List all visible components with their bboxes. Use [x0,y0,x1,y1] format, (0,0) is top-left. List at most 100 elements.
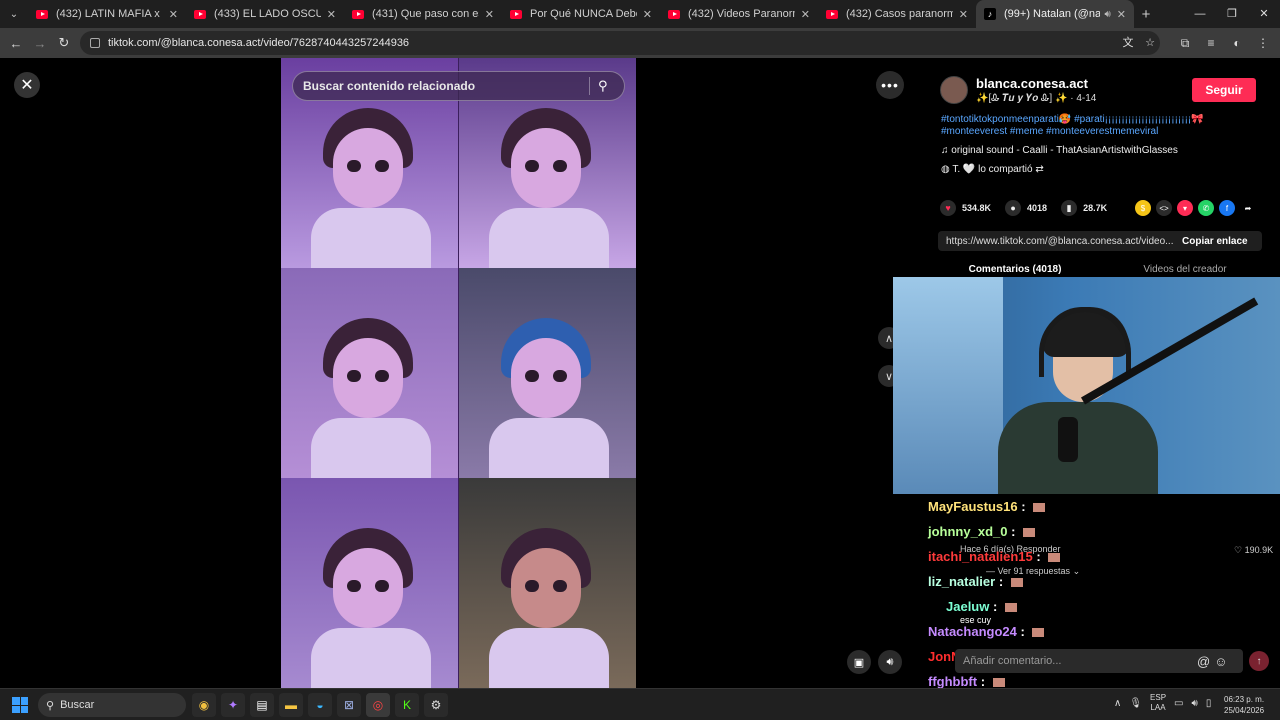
music-note-icon: ♫ [941,145,952,156]
webcam-overlay [893,277,1280,494]
close-tab-icon[interactable]: ✕ [959,8,968,21]
new-tab-button[interactable]: + [1134,6,1158,23]
post-comment-button[interactable]: ↑ [1249,651,1269,671]
whatsapp-icon[interactable]: ✆ [1198,200,1214,216]
share-arrow-icon[interactable]: ➦ [1240,200,1256,216]
youtube-icon [668,9,680,19]
close-tab-icon[interactable]: ✕ [643,8,652,21]
avatar[interactable] [940,76,968,104]
close-tab-icon[interactable]: ✕ [169,8,178,21]
video-caption[interactable]: #tontotiktokponmeenparati🥵 #parati¡¡¡¡¡¡… [941,114,1241,138]
taskbar-search[interactable]: ⚲ Buscar [38,693,186,717]
network-icon[interactable]: ▭ [1174,698,1183,709]
embed-icon[interactable]: <> [1156,200,1172,216]
restore-icon[interactable]: ❐ [1216,0,1248,28]
volume-button[interactable]: 🔊︎ [878,650,902,674]
tab-creator-videos[interactable]: Videos del creador [1100,264,1270,275]
browser-tab[interactable]: (431) Que paso con estos CAS ✕ [344,0,502,28]
windows-start-icon[interactable] [12,697,28,713]
store-icon[interactable]: ▤ [250,693,274,717]
forward-icon[interactable]: → [28,36,52,51]
related-search-input[interactable] [303,79,583,93]
emoji-icon[interactable]: ☺ [1214,654,1227,669]
tray-overflow-icon[interactable]: ∧ [1114,698,1121,709]
coin-icon[interactable]: $ [1135,200,1151,216]
close-window-icon[interactable]: ✕ [1248,0,1280,28]
chrome-icon[interactable]: ◎ [366,693,390,717]
app-icon[interactable]: ⚙ [424,693,448,717]
close-video-button[interactable]: ✕ [14,72,40,98]
battery-icon[interactable]: ▯ [1206,698,1212,709]
volume-icon[interactable]: 🔊︎ [1192,698,1198,709]
youtube-icon [352,9,364,19]
taskbar-clock[interactable]: 06:23 p. m. 25/04/2026 [1224,694,1264,716]
like-button[interactable]: ♥ 534.8K [940,200,991,216]
speaker-icon[interactable]: 🔊︎ [1104,9,1110,20]
browser-toolbar: ← → ↻ tiktok.com/@blanca.conesa.act/vide… [0,28,1280,58]
edge-icon[interactable]: ◒ [308,693,332,717]
comment-like-value: 190.9K [1244,545,1274,555]
site-info-icon[interactable] [90,38,100,48]
facebook-icon[interactable]: f [1219,200,1235,216]
youtube-icon [36,9,48,19]
bookmark-star-icon[interactable]: ☆ [1142,31,1158,55]
browser-tab[interactable]: (432) Casos paranormales de F ✕ [818,0,976,28]
emote-icon [1010,578,1023,588]
kick-icon[interactable]: K [395,693,419,717]
emote-icon [1048,553,1061,563]
video-frame [281,268,458,478]
shared-by-text: T. 🤍 lo compartió [952,164,1033,175]
browser-tab[interactable]: Por Qué NUNCA Debes Meter ✕ [502,0,660,28]
tab-comments[interactable]: Comentarios (4018) [930,264,1100,275]
minimize-icon[interactable]: — [1184,0,1216,28]
browser-tab[interactable]: (432) Videos Paranormales Con ✕ [660,0,818,28]
more-options-button[interactable]: ••• [876,71,904,99]
follow-button[interactable]: Seguir [1192,78,1256,102]
file-explorer-icon[interactable]: ▬ [279,693,303,717]
profile-icon[interactable]: ◐ [1228,31,1246,55]
search-icon[interactable]: ⚲ [598,78,608,94]
browser-tab-active[interactable]: ♪ (99+) Natalan (@natalanx)🔊︎ ✕ [976,0,1134,28]
shared-by-row[interactable]: ◍ T. 🤍 lo compartió ⇄ [941,164,1044,175]
browser-tab[interactable]: (433) EL LADO OSCURO DE LO ✕ [186,0,344,28]
widgets-icon[interactable]: ◉ [192,693,216,717]
comment-like-count[interactable]: ♡ 190.9K [1234,545,1273,556]
copilot-icon[interactable]: ✦ [221,693,245,717]
music-title: original sound - Caalli - ThatAsianArtis… [951,145,1178,156]
reading-list-icon[interactable]: ≡ [1202,31,1220,55]
url-text: tiktok.com/@blanca.conesa.act/video/7628… [108,37,410,49]
video-link-text[interactable]: https://www.tiktok.com/@blanca.conesa.ac… [946,236,1176,247]
tab-title: (432) Casos paranormales de F [846,8,953,20]
copy-link-button[interactable]: Copiar enlace [1182,236,1248,247]
close-tab-icon[interactable]: ✕ [485,8,494,21]
reload-icon[interactable]: ↻ [52,35,76,51]
back-icon[interactable]: ← [4,36,28,51]
tab-search-icon[interactable]: ⌄ [0,0,28,28]
menu-icon[interactable]: ⋮ [1254,31,1272,55]
save-button[interactable]: ▮ 28.7K [1061,200,1107,216]
close-tab-icon[interactable]: ✕ [801,8,810,21]
close-tab-icon[interactable]: ✕ [327,8,336,21]
comment-input[interactable] [963,655,1193,667]
browser-tab[interactable]: (432) LATIN MAFIA x Omar Apo ✕ [28,0,186,28]
language-indicator[interactable]: ESP LAA [1150,693,1166,713]
extensions-icon[interactable]: ⧉ [1176,31,1194,55]
engagement-bar: ♥ 534.8K ● 4018 ▮ 28.7K [940,200,1121,216]
floating-player-button[interactable]: ▣ [847,650,871,674]
mention-icon[interactable]: @ [1197,654,1210,669]
bookmark-icon: ▮ [1061,200,1078,216]
music-row[interactable]: ♫ original sound - Caalli - ThatAsianArt… [941,145,1178,156]
share-icons: $ <> ▾ ✆ f ➦ [1135,200,1256,216]
taskbar-apps: ◉ ✦ ▤ ▬ ◒ ⊠ ◎ K ⚙ [192,693,448,717]
send-to-friends-icon[interactable]: ▾ [1177,200,1193,216]
video-player[interactable] [281,58,636,688]
close-tab-icon[interactable]: ✕ [1117,8,1126,21]
creator-username[interactable]: blanca.conesa.act [976,76,1088,91]
comment-button[interactable]: ● 4018 [1005,200,1047,216]
translate-icon[interactable]: 文 [1120,31,1136,55]
chat-line: ffghbbft : [928,674,1005,689]
microphone-icon[interactable]: 🎙︎ [1129,698,1142,709]
chat-line: Natachango24 : [928,624,1045,639]
excel-icon[interactable]: ⊠ [337,693,361,717]
address-bar[interactable]: tiktok.com/@blanca.conesa.act/video/7628… [80,31,1160,55]
